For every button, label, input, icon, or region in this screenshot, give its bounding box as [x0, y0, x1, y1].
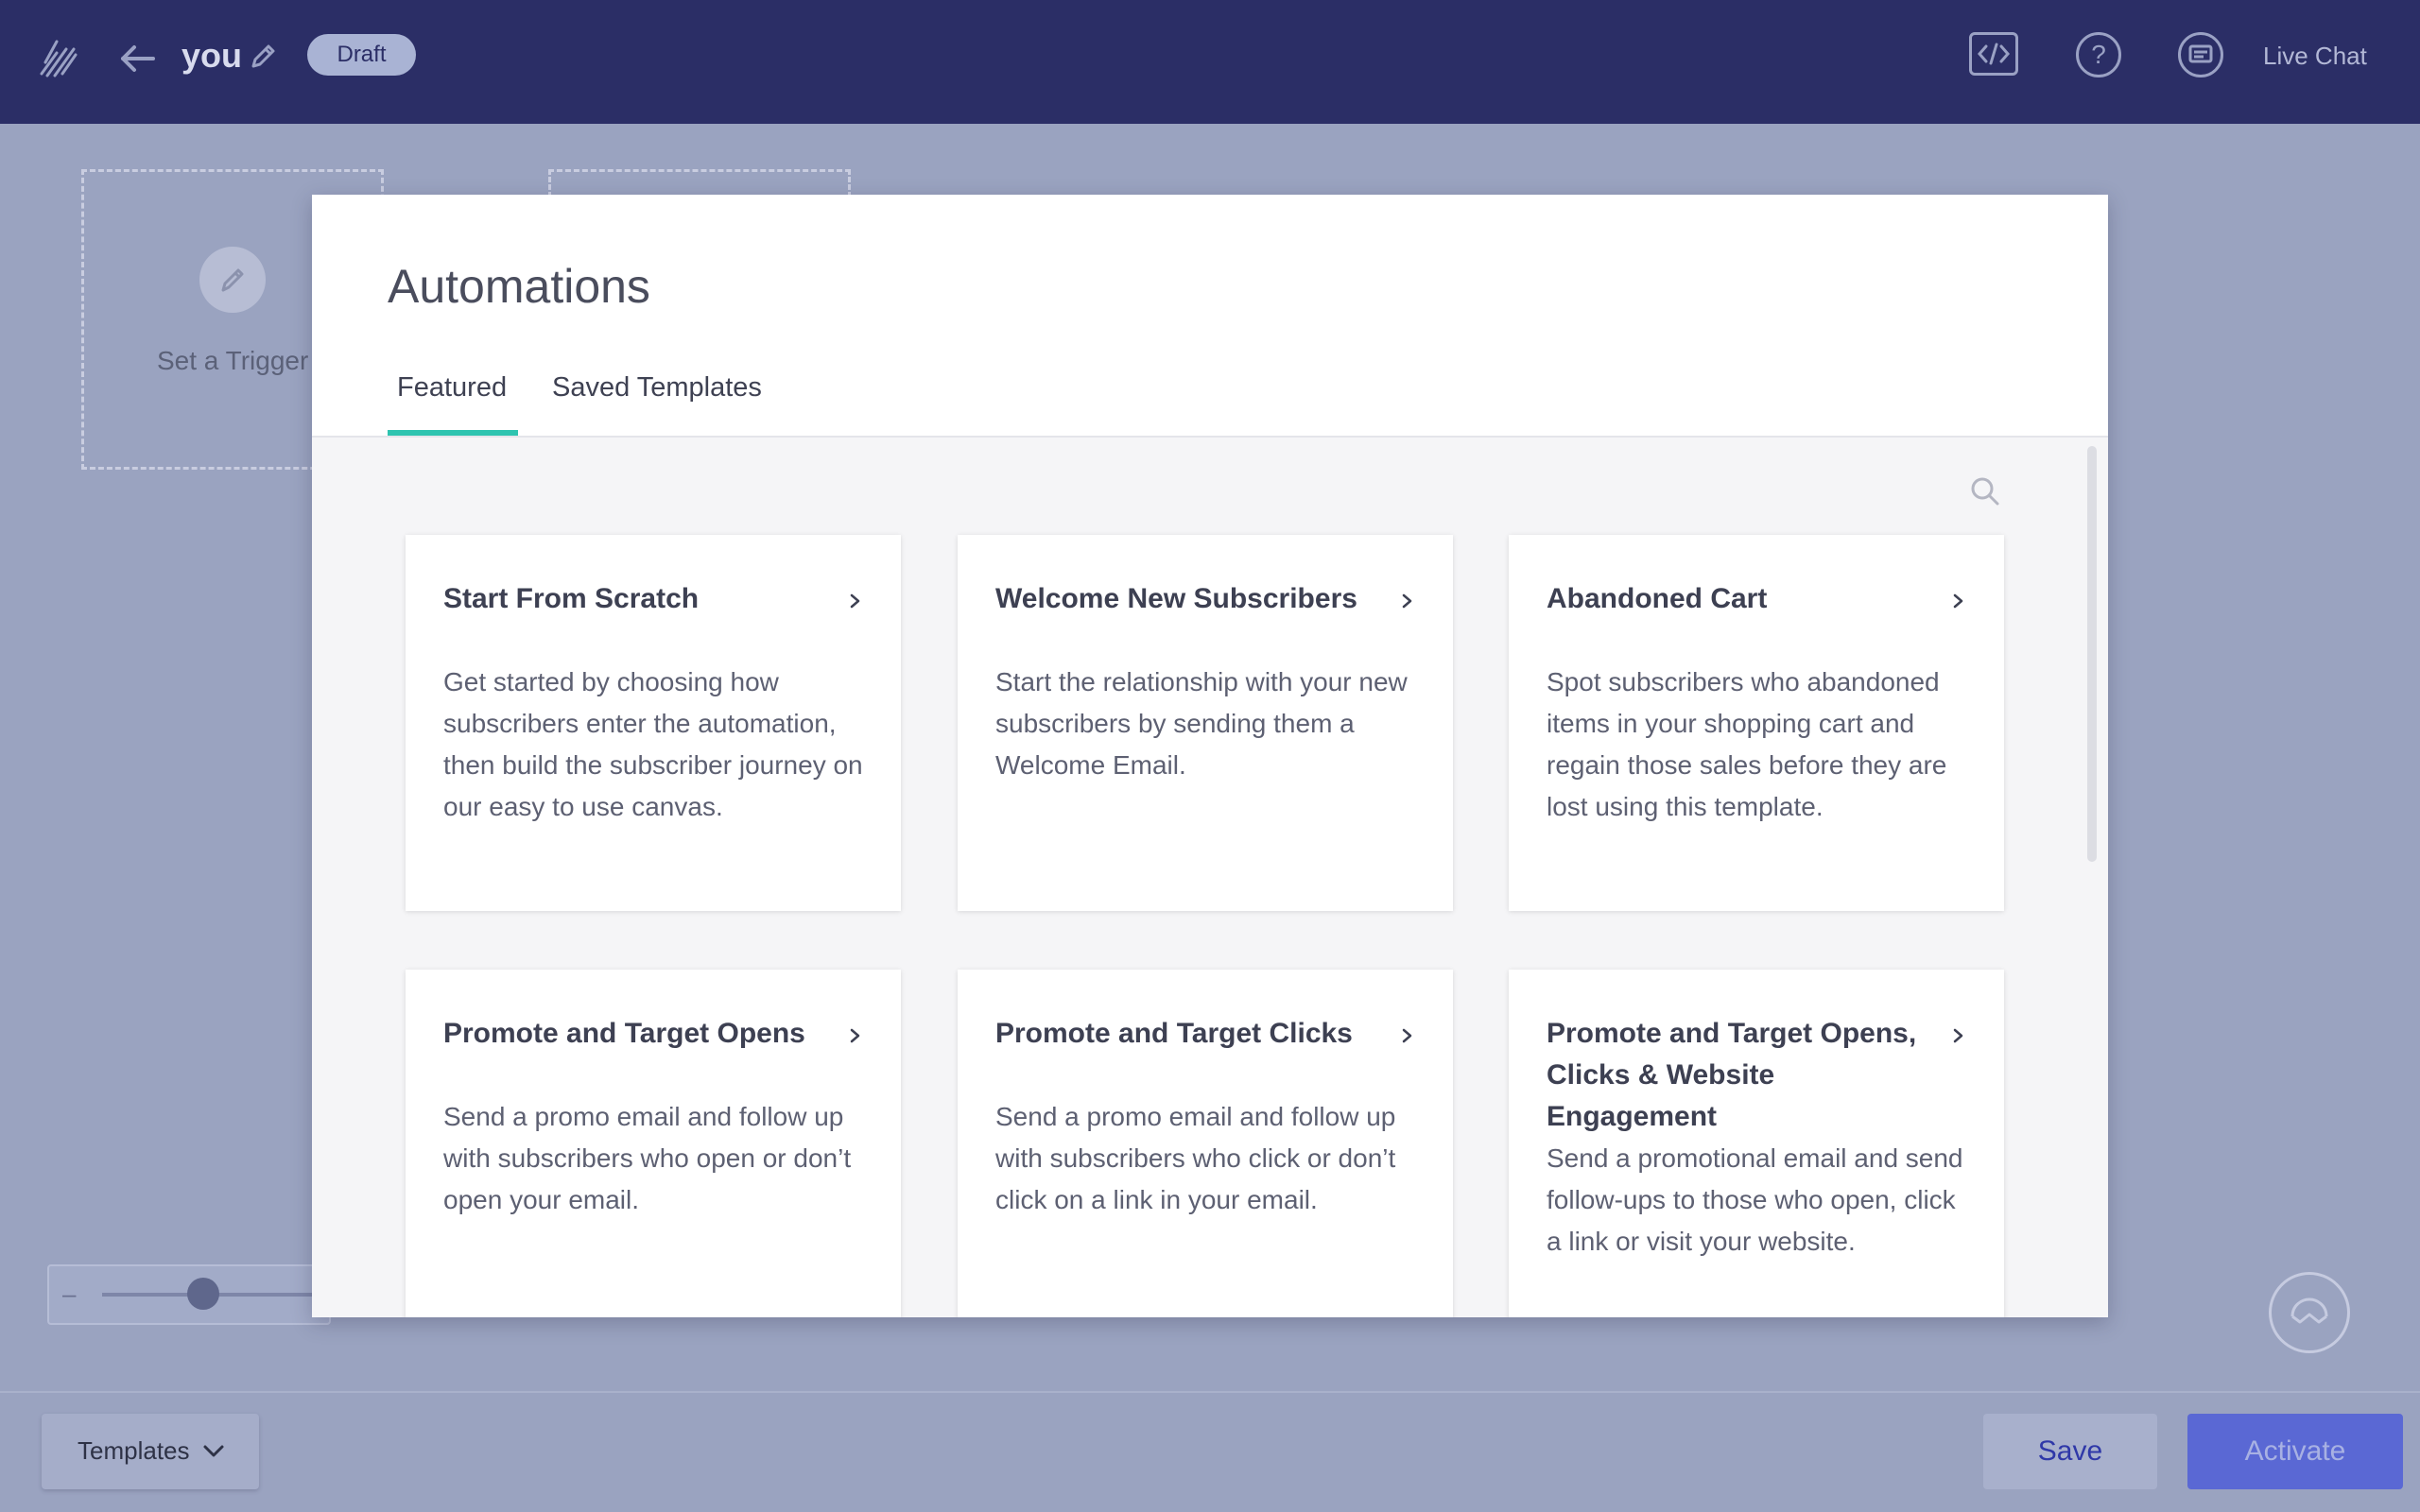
template-card[interactable]: Promote and Target Opens Send a promo em… — [406, 970, 901, 1317]
trigger-label: Set a Trigger — [157, 346, 309, 375]
chat-icon[interactable] — [2178, 32, 2223, 77]
top-bar: you Draft ? Live Chat — [0, 0, 2420, 124]
card-description: Send a promo email and follow up with su… — [443, 1102, 852, 1214]
card-title: Promote and Target Opens, Clicks & Websi… — [1547, 1018, 1917, 1132]
live-chat-link[interactable]: Live Chat — [2263, 42, 2367, 71]
code-icon[interactable] — [1969, 32, 2018, 76]
card-title: Welcome New Subscribers — [995, 583, 1357, 614]
chevron-right-icon — [1402, 1028, 1412, 1043]
templates-label: Templates — [78, 1436, 190, 1465]
template-card[interactable]: Abandoned Cart Spot subscribers who aban… — [1509, 535, 2004, 911]
card-title: Promote and Target Clicks — [995, 1018, 1353, 1049]
card-description: Get started by choosing how subscribers … — [443, 667, 863, 821]
template-card[interactable]: Start From Scratch Get started by choosi… — [406, 535, 901, 911]
zoom-slider-handle[interactable] — [187, 1278, 219, 1310]
modal-title: Automations — [388, 260, 650, 313]
template-card[interactable]: Promote and Target Opens, Clicks & Websi… — [1509, 970, 2004, 1317]
floating-help-icon[interactable] — [2269, 1272, 2350, 1353]
card-description: Spot subscribers who abandoned items in … — [1547, 667, 1947, 821]
scrollbar[interactable] — [2087, 446, 2097, 862]
zoom-out-button[interactable]: – — [62, 1280, 76, 1309]
logo-icon[interactable] — [38, 36, 79, 79]
trigger-pencil-icon — [199, 247, 266, 313]
card-title: Promote and Target Opens — [443, 1018, 805, 1049]
next-node-placeholder — [548, 169, 851, 198]
card-description: Send a promotional email and send follow… — [1547, 1143, 1963, 1256]
chevron-right-icon — [850, 1028, 860, 1043]
status-badge: Draft — [307, 34, 416, 76]
activate-button[interactable]: Activate — [2187, 1414, 2403, 1489]
template-card[interactable]: Welcome New Subscribers Start the relati… — [958, 535, 1453, 911]
search-icon[interactable] — [1968, 474, 2002, 508]
back-arrow-icon[interactable] — [117, 42, 159, 76]
automations-modal: Automations Featured Saved Templates Sta… — [312, 195, 2108, 1317]
card-title: Abandoned Cart — [1547, 583, 1768, 614]
card-description: Send a promo email and follow up with su… — [995, 1102, 1396, 1214]
chevron-right-icon — [1953, 1028, 1963, 1043]
save-button[interactable]: Save — [1983, 1414, 2157, 1489]
chevron-right-icon — [850, 593, 860, 609]
card-description: Start the relationship with your new sub… — [995, 667, 1408, 780]
automation-title: you — [182, 36, 243, 75]
modal-header: Automations Featured Saved Templates — [312, 195, 2108, 438]
chevron-right-icon — [1953, 593, 1963, 609]
tab-saved-templates[interactable]: Saved Templates — [552, 372, 762, 404]
help-icon[interactable]: ? — [2076, 32, 2121, 77]
card-title: Start From Scratch — [443, 583, 700, 614]
active-tab-indicator — [388, 430, 518, 436]
chevron-down-icon — [203, 1445, 224, 1457]
tab-featured[interactable]: Featured — [397, 372, 507, 404]
template-card[interactable]: Promote and Target Clicks Send a promo e… — [958, 970, 1453, 1317]
pencil-icon[interactable] — [248, 42, 278, 72]
chevron-right-icon — [1402, 593, 1412, 609]
